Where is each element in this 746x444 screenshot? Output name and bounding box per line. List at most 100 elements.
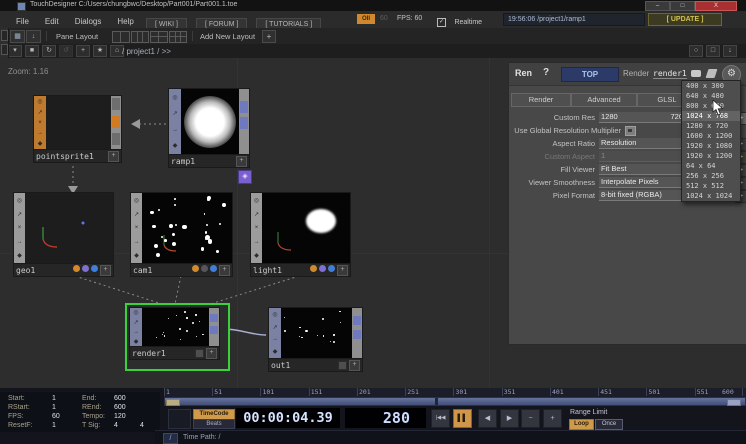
palette-chip-icon[interactable]: ◈ <box>238 170 252 184</box>
update-button[interactable]: [ UPDATE ] <box>648 13 722 26</box>
node-sidebar-icons[interactable]: ◎↗→◆ <box>269 308 281 358</box>
resolution-option[interactable]: 64 x 64 <box>682 161 740 171</box>
help-icon[interactable]: ? <box>543 67 549 78</box>
tab-render[interactable]: Render <box>511 93 571 107</box>
forward-arrow-icon[interactable]: ↺ <box>59 45 73 57</box>
expand-plus-button[interactable]: + <box>206 348 217 359</box>
node-viewer[interactable] <box>142 308 209 346</box>
jump-to-start-button[interactable]: |◀◀ <box>431 409 450 428</box>
node-flag-orange[interactable] <box>192 265 199 272</box>
flag-button[interactable] <box>338 361 347 370</box>
node-name-field[interactable]: render1 <box>653 69 687 79</box>
resolution-option[interactable]: 1024 x 768 <box>682 111 740 121</box>
node-out1[interactable]: ◎↗→◆ out1 + <box>268 307 363 372</box>
top-output-connector[interactable] <box>210 314 218 322</box>
sidebar-op-icon[interactable]: ◆ <box>134 338 139 345</box>
edge-handle[interactable] <box>1 44 8 55</box>
beats-mode-button[interactable]: Beats <box>193 419 235 429</box>
node-sidebar-icons[interactable]: ◎↗×→◆ <box>34 96 46 149</box>
resolution-option[interactable]: 400 x 300 <box>682 81 740 91</box>
expand-plus-button[interactable]: + <box>236 156 247 167</box>
node-flag-blue[interactable] <box>210 265 217 272</box>
timeline-option-button[interactable] <box>168 409 191 429</box>
pause-button[interactable]: ▌▌ <box>453 409 472 428</box>
node-connectors[interactable] <box>352 308 362 358</box>
sidebar-op-icon[interactable]: ◎ <box>17 197 22 204</box>
node-flag-orange[interactable] <box>310 265 317 272</box>
sidebar-op-icon[interactable]: ◆ <box>134 252 139 259</box>
connector[interactable] <box>112 133 120 145</box>
node-render1-selection[interactable]: ◎↗→◆ render1 + <box>125 303 230 371</box>
param-menu-field[interactable]: 8-bit fixed (RGBA) <box>599 190 685 201</box>
top-output-connector[interactable] <box>210 326 218 334</box>
param-menu-field[interactable]: Interpolate Pixels <box>599 177 685 188</box>
playhead[interactable] <box>435 398 438 405</box>
resolution-option[interactable]: 640 x 480 <box>682 91 740 101</box>
node-flag-blue[interactable] <box>91 265 98 272</box>
node-name-bar[interactable]: cam1 + <box>130 264 233 277</box>
sidebar-op-icon[interactable]: ◆ <box>38 140 43 147</box>
node-viewer[interactable] <box>281 308 352 358</box>
node-sidebar-icons[interactable]: ◎↗×→◆ <box>131 193 142 263</box>
expand-plus-button[interactable]: + <box>219 265 230 276</box>
network-path[interactable]: / project1 / >> <box>122 47 171 56</box>
grid-icon[interactable]: ▦ <box>10 30 25 43</box>
sidebar-op-icon[interactable]: ↗ <box>134 211 139 218</box>
node-flag-dim[interactable] <box>201 265 208 272</box>
maximize-pane-icon[interactable]: □ <box>706 45 720 57</box>
back-arrow-icon[interactable]: ↻ <box>42 45 56 57</box>
sidebar-op-icon[interactable]: × <box>18 225 22 231</box>
node-light1[interactable]: ◎↗×→◆ light1 + <box>250 192 351 277</box>
top-output-connector[interactable] <box>353 316 361 325</box>
edge-handle[interactable] <box>1 30 8 41</box>
node-viewer[interactable] <box>46 96 111 149</box>
top-output-connector[interactable] <box>240 117 248 129</box>
resolution-option[interactable]: 1280 x 720 <box>682 121 740 131</box>
sidebar-op-icon[interactable]: ↗ <box>37 109 42 116</box>
tab-advanced[interactable]: Advanced <box>571 93 637 107</box>
sidebar-op-icon[interactable]: → <box>37 130 43 136</box>
sidebar-op-icon[interactable]: → <box>17 239 23 245</box>
node-name-bar[interactable]: out1 + <box>268 359 363 372</box>
sidebar-op-icon[interactable]: ↗ <box>172 110 177 117</box>
node-name-bar[interactable]: ramp1 + <box>168 155 250 168</box>
sidebar-op-icon[interactable]: ◆ <box>273 348 278 355</box>
node-ramp1[interactable]: ◎↗→◆ ramp1 + ◈ <box>168 88 250 168</box>
node-connectors[interactable] <box>209 308 219 346</box>
node-viewer[interactable] <box>25 193 113 263</box>
sidebar-op-icon[interactable]: → <box>133 329 139 335</box>
resolution-option[interactable]: 256 x 256 <box>682 171 740 181</box>
sidebar-op-icon[interactable]: → <box>272 336 278 342</box>
resolution-option[interactable]: 1600 x 1200 <box>682 131 740 141</box>
comment-bubble-icon[interactable] <box>691 70 701 77</box>
once-button[interactable]: Once <box>595 419 623 430</box>
sidebar-op-icon[interactable]: ◎ <box>37 98 42 105</box>
param-menu-field[interactable]: Fit Best <box>599 164 685 175</box>
top-output-connector[interactable] <box>240 101 248 113</box>
save-layout-icon[interactable]: ↓ <box>26 30 41 43</box>
performance-badge[interactable]: OII <box>357 14 375 24</box>
layout-preset-single[interactable] <box>112 31 130 43</box>
sidebar-op-icon[interactable]: ◎ <box>254 197 259 204</box>
top-output-connector[interactable] <box>353 330 361 339</box>
layout-preset-split-v[interactable] <box>131 31 149 43</box>
sidebar-op-icon[interactable]: ◎ <box>134 197 139 204</box>
layout-preset-grid[interactable] <box>169 31 187 43</box>
param-checkbox[interactable] <box>625 126 636 136</box>
resolution-option[interactable]: 512 x 512 <box>682 181 740 191</box>
node-name-bar[interactable]: light1 + <box>250 264 351 277</box>
node-sidebar-icons[interactable]: ◎↗→◆ <box>130 308 142 346</box>
resolution-option[interactable]: 1920 x 1080 <box>682 141 740 151</box>
node-render1[interactable]: ◎↗→◆ render1 + <box>129 307 220 360</box>
realtime-checkbox-icon[interactable]: ✓ <box>437 18 446 27</box>
connector[interactable] <box>112 98 120 110</box>
node-flag-purple[interactable] <box>82 265 89 272</box>
layout-preset-split-h[interactable] <box>150 31 168 43</box>
node-sidebar-icons[interactable]: ◎↗→◆ <box>169 89 181 154</box>
op-family-button[interactable]: TOP <box>561 67 619 82</box>
node-connectors[interactable] <box>239 89 249 154</box>
param-menu-field[interactable]: 1 <box>599 151 685 162</box>
collapse-pane-icon[interactable]: ↓ <box>723 45 737 57</box>
frame-slider[interactable] <box>164 397 746 406</box>
node-geo1[interactable]: ◎↗×→◆ geo1 + <box>13 192 114 277</box>
